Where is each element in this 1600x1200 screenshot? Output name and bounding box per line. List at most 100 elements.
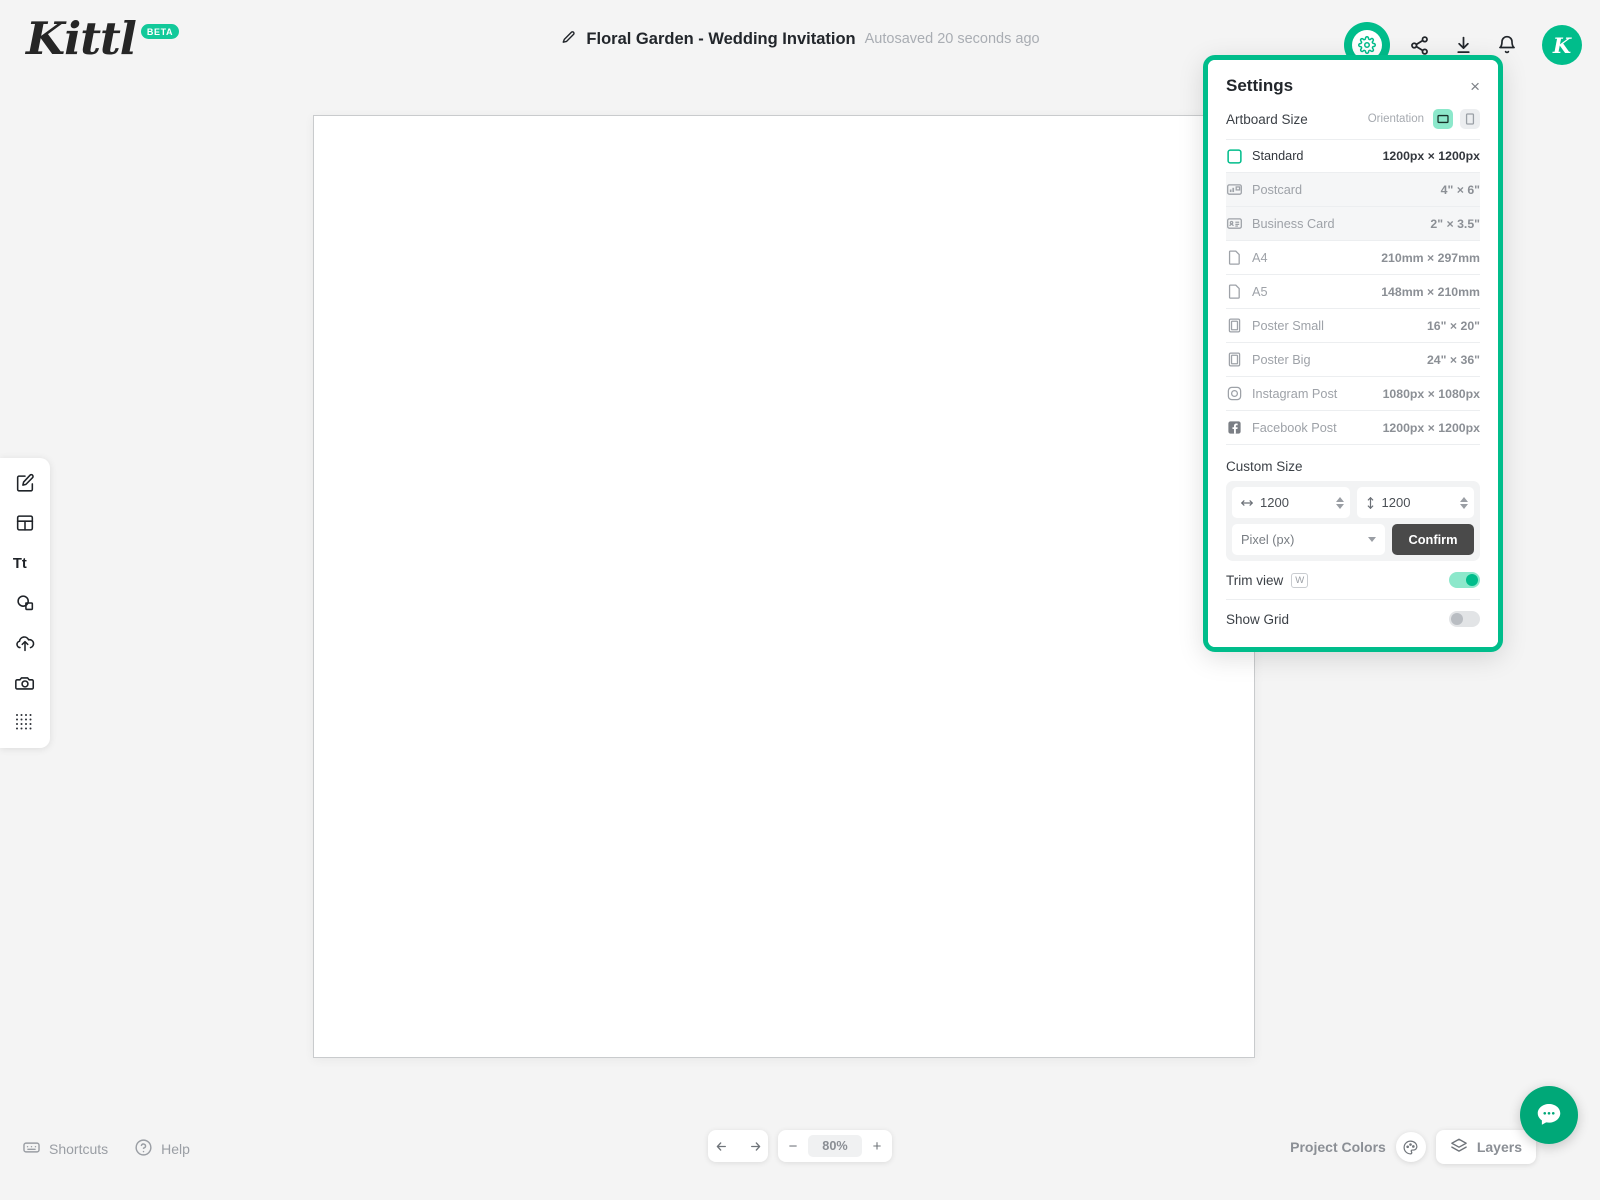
chevron-down-icon (1368, 537, 1376, 542)
trim-view-shortcut-key: W (1291, 572, 1309, 588)
size-option-a5[interactable]: A5 148mm × 210mm (1226, 275, 1480, 309)
confirm-button[interactable]: Confirm (1392, 524, 1474, 555)
orientation-label: Orientation (1367, 113, 1424, 125)
help-circle-icon (134, 1138, 153, 1160)
layers-button[interactable]: Layers (1435, 1130, 1536, 1164)
zoom-pill: − 80% + (778, 1130, 892, 1162)
size-option-label: Standard (1252, 149, 1304, 163)
show-grid-label: Show Grid (1226, 611, 1290, 627)
poster-icon (1226, 351, 1252, 368)
size-option-poster-small[interactable]: Poster Small 16" × 20" (1226, 309, 1480, 343)
help-button[interactable]: Help (134, 1138, 190, 1160)
size-option-label: Business Card (1252, 216, 1335, 231)
size-option-label: A5 (1252, 284, 1268, 299)
size-option-dimensions: 24" × 36" (1426, 352, 1480, 367)
size-option-dimensions: 1200px × 1200px (1382, 149, 1480, 163)
size-option-dimensions: 16" × 20" (1426, 318, 1480, 333)
page-icon (1226, 283, 1252, 300)
size-option-label: Facebook Post (1252, 420, 1337, 435)
settings-panel-header: Settings × (1208, 60, 1498, 106)
size-option-dimensions: 2" × 3.5" (1430, 216, 1480, 231)
square-icon (1226, 148, 1252, 165)
size-option-postcard[interactable]: Postcard 4" × 6" (1226, 173, 1480, 207)
height-field[interactable] (1356, 487, 1474, 518)
size-option-dimensions: 148mm × 210mm (1381, 284, 1480, 299)
custom-size-controls: Pixel (px) Confirm (1226, 481, 1480, 561)
size-option-instagram-post[interactable]: Instagram Post 1080px × 1080px (1226, 377, 1480, 411)
height-input[interactable] (1381, 495, 1454, 510)
height-stepper[interactable] (1460, 496, 1468, 509)
shortcuts-button[interactable]: Shortcuts (22, 1138, 108, 1160)
facebook-icon (1226, 419, 1252, 436)
svg-text:Tt: Tt (13, 556, 27, 572)
trim-view-label: Trim view (1226, 572, 1284, 588)
orientation-landscape-button[interactable] (1433, 109, 1453, 129)
artboard-size-label: Artboard Size (1226, 111, 1308, 127)
show-grid-row: Show Grid (1226, 600, 1480, 638)
avatar[interactable]: K (1542, 25, 1582, 65)
custom-size-label: Custom Size (1226, 459, 1303, 474)
color-palette-icon[interactable] (1395, 1132, 1426, 1162)
layers-label: Layers (1476, 1139, 1522, 1155)
artboard-canvas[interactable] (313, 115, 1255, 1058)
size-option-facebook-post[interactable]: Facebook Post 1200px × 1200px (1226, 411, 1480, 445)
beta-badge: BETA (140, 24, 180, 39)
zoom-in-button[interactable]: + (862, 1130, 892, 1162)
size-option-dimensions: 1080px × 1080px (1382, 386, 1480, 401)
left-toolbar: Tt (0, 458, 50, 748)
postcard-icon (1226, 181, 1252, 198)
document-title-group[interactable]: Floral Garden - Wedding Invitation Autos… (560, 28, 1040, 50)
width-field[interactable] (1232, 487, 1350, 518)
size-option-business-card[interactable]: Business Card 2" × 3.5" (1226, 207, 1480, 241)
document-title[interactable]: Floral Garden - Wedding Invitation (586, 30, 855, 49)
size-option-label: Poster Big (1252, 352, 1311, 367)
size-option-dimensions: 210mm × 297mm (1381, 250, 1480, 265)
bottom-left-links: Shortcuts Help (22, 1138, 190, 1160)
kittl-logo[interactable]: Kittl BETA (26, 12, 180, 65)
help-label: Help (161, 1141, 190, 1157)
kittl-editor-app: Kittl BETA Floral Garden - Wedding Invit… (0, 0, 1600, 1200)
upload-icon[interactable] (8, 630, 42, 656)
photos-camera-icon[interactable] (8, 670, 42, 696)
width-input[interactable] (1260, 495, 1330, 510)
unit-select-value: Pixel (px) (1241, 532, 1295, 547)
keyboard-icon (22, 1138, 41, 1160)
unit-select[interactable]: Pixel (px) (1232, 524, 1385, 555)
undo-arrow-icon[interactable] (708, 1130, 738, 1162)
redo-arrow-icon[interactable] (738, 1130, 768, 1162)
orientation-group: Orientation (1368, 109, 1480, 129)
size-option-standard[interactable]: Standard 1200px × 1200px (1226, 139, 1480, 173)
patterns-grid-icon[interactable] (8, 710, 42, 736)
size-option-label: Instagram Post (1252, 386, 1338, 401)
orientation-portrait-button[interactable] (1460, 109, 1480, 129)
size-option-a4[interactable]: A4 210mm × 297mm (1226, 241, 1480, 275)
design-edit-icon[interactable] (8, 470, 42, 496)
show-grid-toggle[interactable] (1449, 611, 1480, 627)
chat-support-button[interactable] (1520, 1086, 1578, 1144)
project-colors-label: Project Colors (1290, 1139, 1386, 1155)
trim-view-toggle[interactable] (1449, 572, 1480, 588)
templates-icon[interactable] (8, 510, 42, 536)
pencil-icon (560, 28, 577, 50)
business-card-icon (1226, 215, 1252, 232)
project-colors-group[interactable]: Project Colors (1290, 1132, 1426, 1162)
notifications-bell-icon[interactable] (1494, 32, 1520, 58)
settings-panel: Settings × Artboard Size Orientation Sta… (1203, 55, 1503, 652)
logo-wordmark: Kittl (26, 12, 137, 65)
size-option-label: Poster Small (1252, 318, 1324, 333)
autosave-status: Autosaved 20 seconds ago (864, 31, 1040, 47)
width-arrow-icon (1240, 497, 1254, 509)
artboard-size-section-header: Artboard Size Orientation (1208, 106, 1498, 139)
artboard-size-list: Standard 1200px × 1200px Postcard 4" × 6… (1208, 139, 1498, 445)
width-stepper[interactable] (1335, 496, 1344, 509)
close-icon[interactable]: × (1470, 78, 1480, 95)
size-option-dimensions: 4" × 6" (1440, 182, 1480, 197)
zoom-level-value[interactable]: 80% (808, 1135, 862, 1157)
size-option-poster-big[interactable]: Poster Big 24" × 36" (1226, 343, 1480, 377)
page-icon (1226, 249, 1252, 266)
history-controls (708, 1130, 768, 1162)
elements-shapes-icon[interactable] (8, 590, 42, 616)
zoom-out-button[interactable]: − (778, 1130, 808, 1162)
instagram-icon (1226, 385, 1252, 402)
text-icon[interactable]: Tt (8, 550, 42, 576)
